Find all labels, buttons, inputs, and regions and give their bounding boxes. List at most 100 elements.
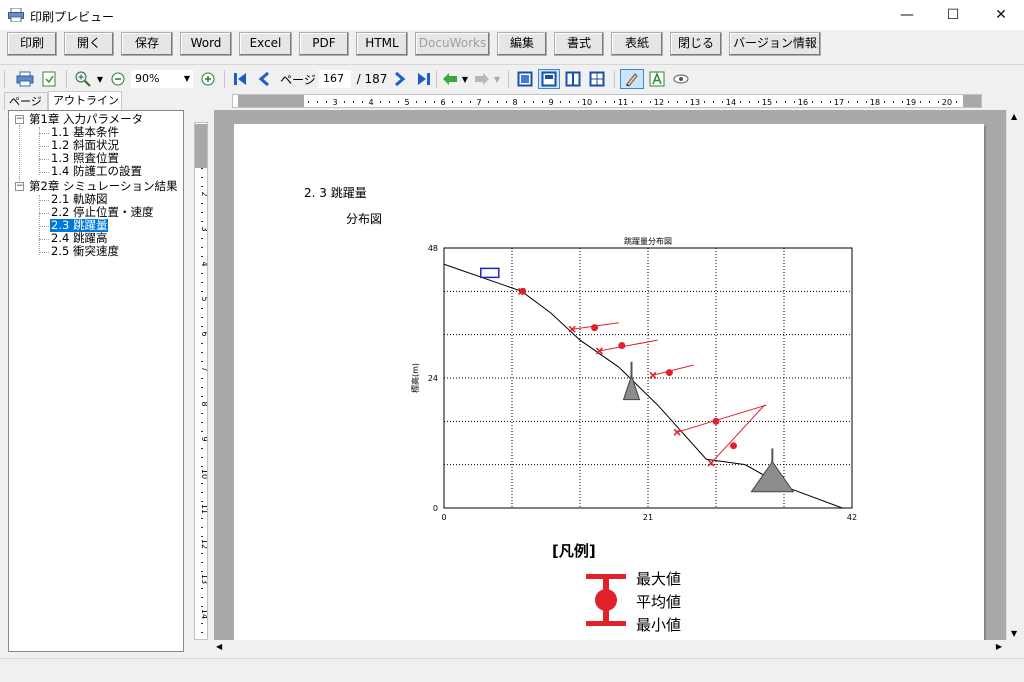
ruler-label: 11 [618, 98, 628, 107]
scroll-left-icon[interactable]: ◀ [216, 642, 222, 651]
tree-item-1-4[interactable]: 1.4 防護工の設置 [51, 165, 142, 178]
zoom-out-icon[interactable] [108, 69, 128, 89]
view-icon[interactable] [670, 69, 692, 89]
export-html-button[interactable]: HTML [356, 32, 408, 56]
cover-button[interactable]: 表紙 [611, 32, 663, 56]
two-page-icon[interactable] [538, 69, 560, 89]
first-page-icon[interactable] [230, 69, 250, 89]
save-button[interactable]: 保存 [121, 32, 173, 56]
one-page-icon[interactable] [514, 69, 536, 89]
ruler-label: 17 [834, 98, 844, 107]
ruler-tick [201, 282, 203, 283]
ruler-tick [641, 101, 642, 103]
open-button[interactable]: 開く [64, 32, 114, 56]
vertical-scrollbar[interactable]: ▲ ▼ [1006, 110, 1024, 640]
horizontal-ruler: 1234567891011121314151617181920 [232, 94, 982, 108]
ruler-tick [201, 352, 203, 353]
zoom-select[interactable]: 90% ▼ [130, 69, 194, 89]
ruler-tick [749, 101, 750, 103]
ruler-tick [201, 256, 203, 257]
last-page-icon[interactable] [414, 69, 434, 89]
ruler-tick [353, 101, 354, 103]
zoom-dropdown-arrow-icon[interactable]: ▼ [94, 69, 106, 89]
ruler-tick [201, 553, 203, 554]
export-excel-button[interactable]: Excel [239, 32, 292, 56]
jump-mean-point [712, 417, 720, 425]
ruler-tick [201, 606, 203, 607]
print-button[interactable]: 印刷 [7, 32, 57, 56]
ruler-label: 8 [512, 98, 517, 107]
ruler-tick [201, 457, 203, 458]
ruler-tick [344, 101, 345, 103]
ruler-tick [201, 291, 203, 292]
ruler-tick [201, 186, 203, 187]
ruler-tick [201, 562, 203, 563]
format-button[interactable]: 書式 [554, 32, 604, 56]
printer-icon[interactable] [14, 69, 36, 89]
ruler-tick [201, 483, 203, 484]
text-icon[interactable] [646, 69, 668, 89]
ruler-tick [398, 101, 399, 103]
y-tick-label: 24 [428, 374, 438, 383]
ruler-tick [201, 422, 203, 423]
preview-area[interactable]: 2. 3 跳躍量 分布図 跳躍量分布図 0 21 42 0 24 48 標高(m) [凡例] … [214, 110, 1006, 640]
edit-button[interactable]: 編集 [497, 32, 547, 56]
maximize-button[interactable]: ☐ [930, 0, 976, 30]
ruler-tick [713, 101, 714, 103]
ruler-tick [956, 101, 957, 103]
protection-work [750, 460, 795, 493]
zoom-value: 90% [135, 72, 160, 85]
close-window-button[interactable]: ✕ [978, 0, 1024, 30]
collapse-icon[interactable]: − [15, 115, 24, 124]
ruler-tick [201, 387, 203, 388]
export-word-button[interactable]: Word [180, 32, 232, 56]
minimize-button[interactable]: — [884, 0, 930, 30]
status-bar [0, 658, 1024, 682]
ruler-label: 13 [690, 98, 700, 107]
multi-page-icon[interactable] [562, 69, 584, 89]
next-page-icon[interactable] [390, 69, 410, 89]
ruler-label: 20 [942, 98, 952, 107]
command-bar: 印刷 開く 保存 Word Excel PDF HTML DocuWorks 編… [0, 30, 1024, 60]
current-page-input[interactable]: 167 [318, 69, 352, 89]
ruler-tick [857, 101, 858, 103]
jump-start-marker [673, 428, 681, 436]
ruler-margin-marker[interactable] [195, 124, 207, 168]
ruler-tick [201, 247, 203, 248]
scroll-right-icon[interactable]: ▶ [996, 642, 1002, 651]
export-pdf-button[interactable]: PDF [299, 32, 349, 56]
close-button[interactable]: 閉じる [670, 32, 722, 56]
jump-mean-point [618, 342, 626, 349]
ruler-tick [201, 343, 203, 344]
version-info-button[interactable]: バージョン情報 [729, 32, 821, 56]
pen-icon[interactable] [620, 69, 644, 89]
scroll-up-icon[interactable]: ▲ [1011, 112, 1017, 121]
scroll-down-icon[interactable]: ▼ [1011, 629, 1017, 638]
ruler-label: 18 [870, 98, 880, 107]
four-page-icon[interactable] [586, 69, 608, 89]
prev-page-icon[interactable] [254, 69, 274, 89]
collapse-icon[interactable]: − [15, 182, 24, 191]
ruler-margin-marker[interactable] [238, 95, 304, 107]
back-icon[interactable] [440, 69, 460, 89]
ruler-label: 12 [654, 98, 664, 107]
start-marker-box [480, 267, 500, 279]
ruler-tick [650, 101, 651, 103]
ruler-tick [830, 101, 831, 103]
legend-max: 最大値 [636, 570, 682, 588]
back-dropdown-icon[interactable]: ▼ [460, 69, 470, 89]
ruler-tick [201, 326, 203, 327]
page-setup-icon[interactable] [38, 69, 60, 89]
zoom-plus-icon[interactable] [198, 69, 218, 89]
zoom-in-icon[interactable] [72, 69, 94, 89]
jump-mean-point [591, 324, 599, 332]
jump-range-line [676, 404, 767, 433]
tab-outline[interactable]: アウトライン [48, 91, 122, 110]
ruler-tick [201, 466, 203, 467]
tab-pages[interactable]: ページ [4, 92, 48, 110]
y-tick-label: 48 [428, 244, 438, 253]
jump-range-line [599, 339, 658, 352]
horizontal-scrollbar[interactable]: ◀ ▶ [212, 640, 1006, 656]
ruler-label: 3 [200, 226, 208, 231]
tree-item-2-5[interactable]: 2.5 衝突速度 [51, 245, 119, 258]
